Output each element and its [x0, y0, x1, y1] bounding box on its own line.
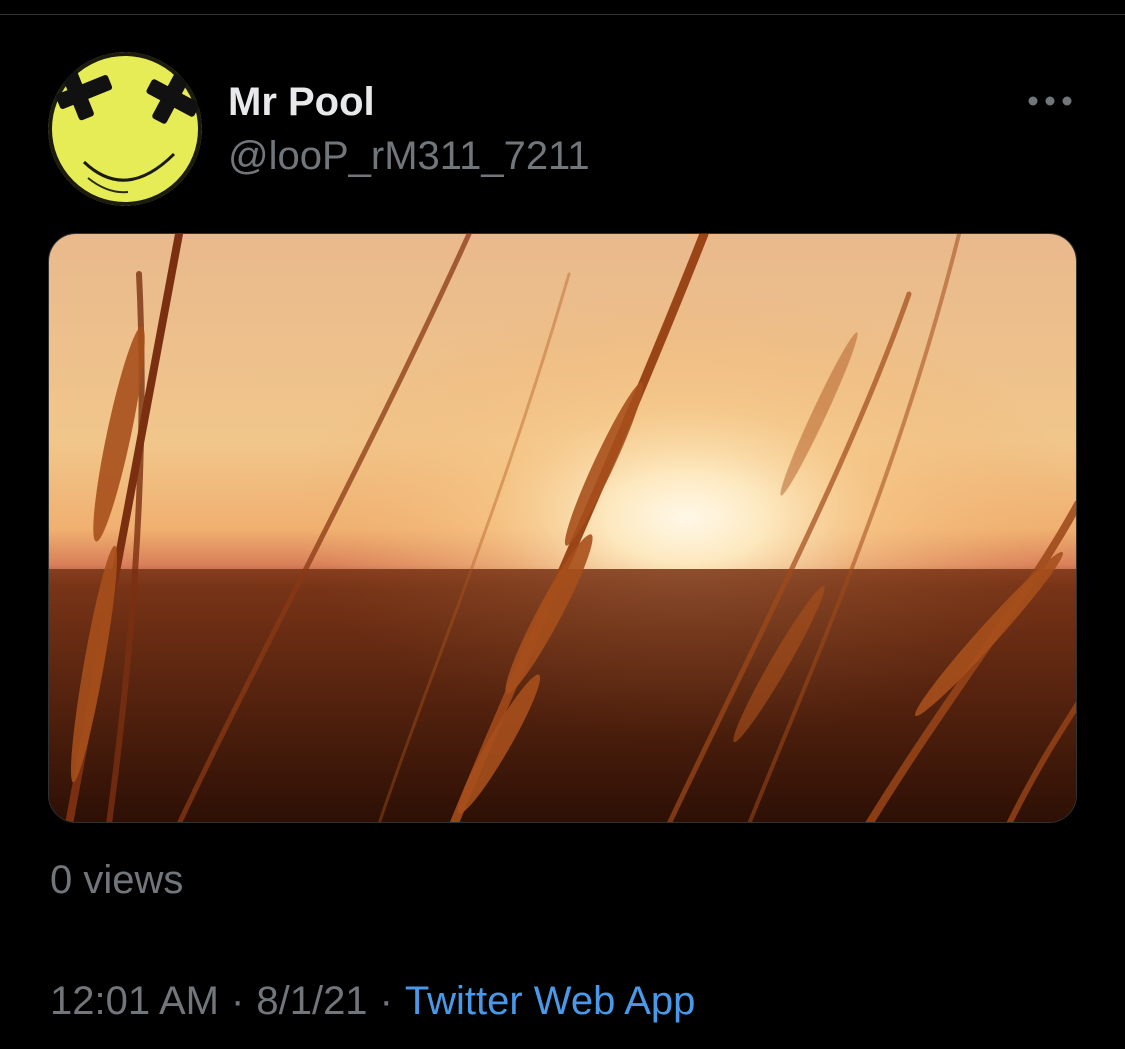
separator: ·	[379, 979, 393, 1023]
avatar-image	[48, 52, 202, 206]
author-handle[interactable]: @looP_rM311_7211	[228, 132, 590, 180]
tweet-date: 8/1/21	[256, 979, 368, 1023]
tweet-metadata: 12:01 AM · 8/1/21 · Twitter Web App	[50, 977, 695, 1025]
avatar[interactable]	[48, 52, 202, 206]
top-divider	[0, 14, 1125, 15]
sunset-grass-image	[49, 234, 1076, 822]
separator: ·	[231, 979, 245, 1023]
tweet-source-link[interactable]: Twitter Web App	[405, 979, 696, 1023]
view-count: 0 views	[50, 858, 184, 902]
more-options-button[interactable]	[1022, 84, 1078, 118]
tweet-time: 12:01 AM	[50, 979, 220, 1023]
author-display-name[interactable]: Mr Pool	[228, 78, 375, 126]
more-horizontal-icon	[1028, 96, 1072, 106]
tweet-media-video[interactable]	[48, 233, 1077, 823]
